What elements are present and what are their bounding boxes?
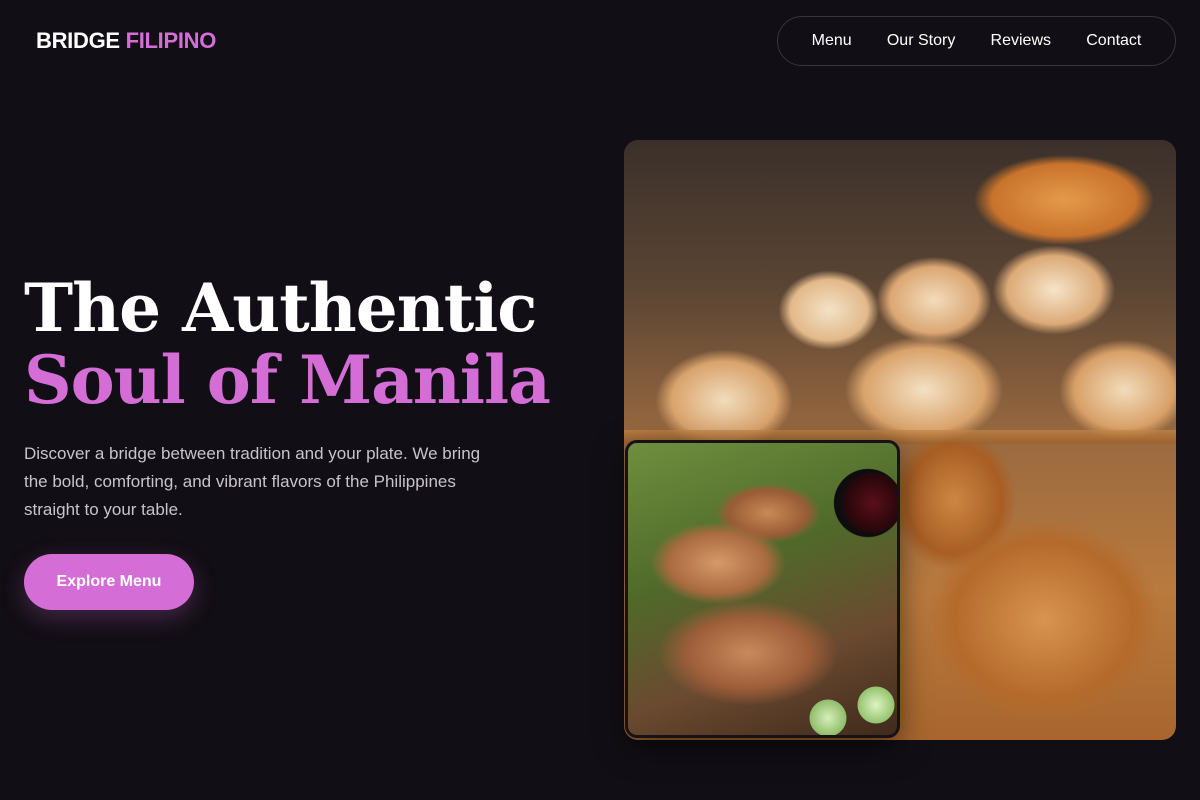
hero-title-line1: The Authentic: [24, 269, 537, 347]
nav-link-reviews[interactable]: Reviews: [991, 32, 1051, 50]
hero-title: The Authentic Soul of Manila: [24, 269, 551, 419]
brand-name-accent: FILIPINO: [125, 28, 217, 53]
nav-link-contact[interactable]: Contact: [1086, 32, 1141, 50]
lechon-kawali-image: [625, 440, 900, 738]
dipping-sauce-bowl: [843, 473, 897, 533]
explore-menu-button[interactable]: Explore Menu: [24, 554, 194, 610]
page: BRIDGE FILIPINO Menu Our Story Reviews C…: [0, 0, 1200, 800]
hero-description: Discover a bridge between tradition and …: [24, 444, 481, 519]
nav-link-our-story[interactable]: Our Story: [887, 32, 955, 50]
brand-name-primary: BRIDGE: [36, 28, 120, 53]
hero-title-line2: Soul of Manila: [24, 341, 551, 419]
main-nav: Menu Our Story Reviews Contact: [777, 16, 1176, 66]
nav-link-menu[interactable]: Menu: [812, 32, 852, 50]
brand-logo[interactable]: BRIDGE FILIPINO: [36, 28, 216, 54]
